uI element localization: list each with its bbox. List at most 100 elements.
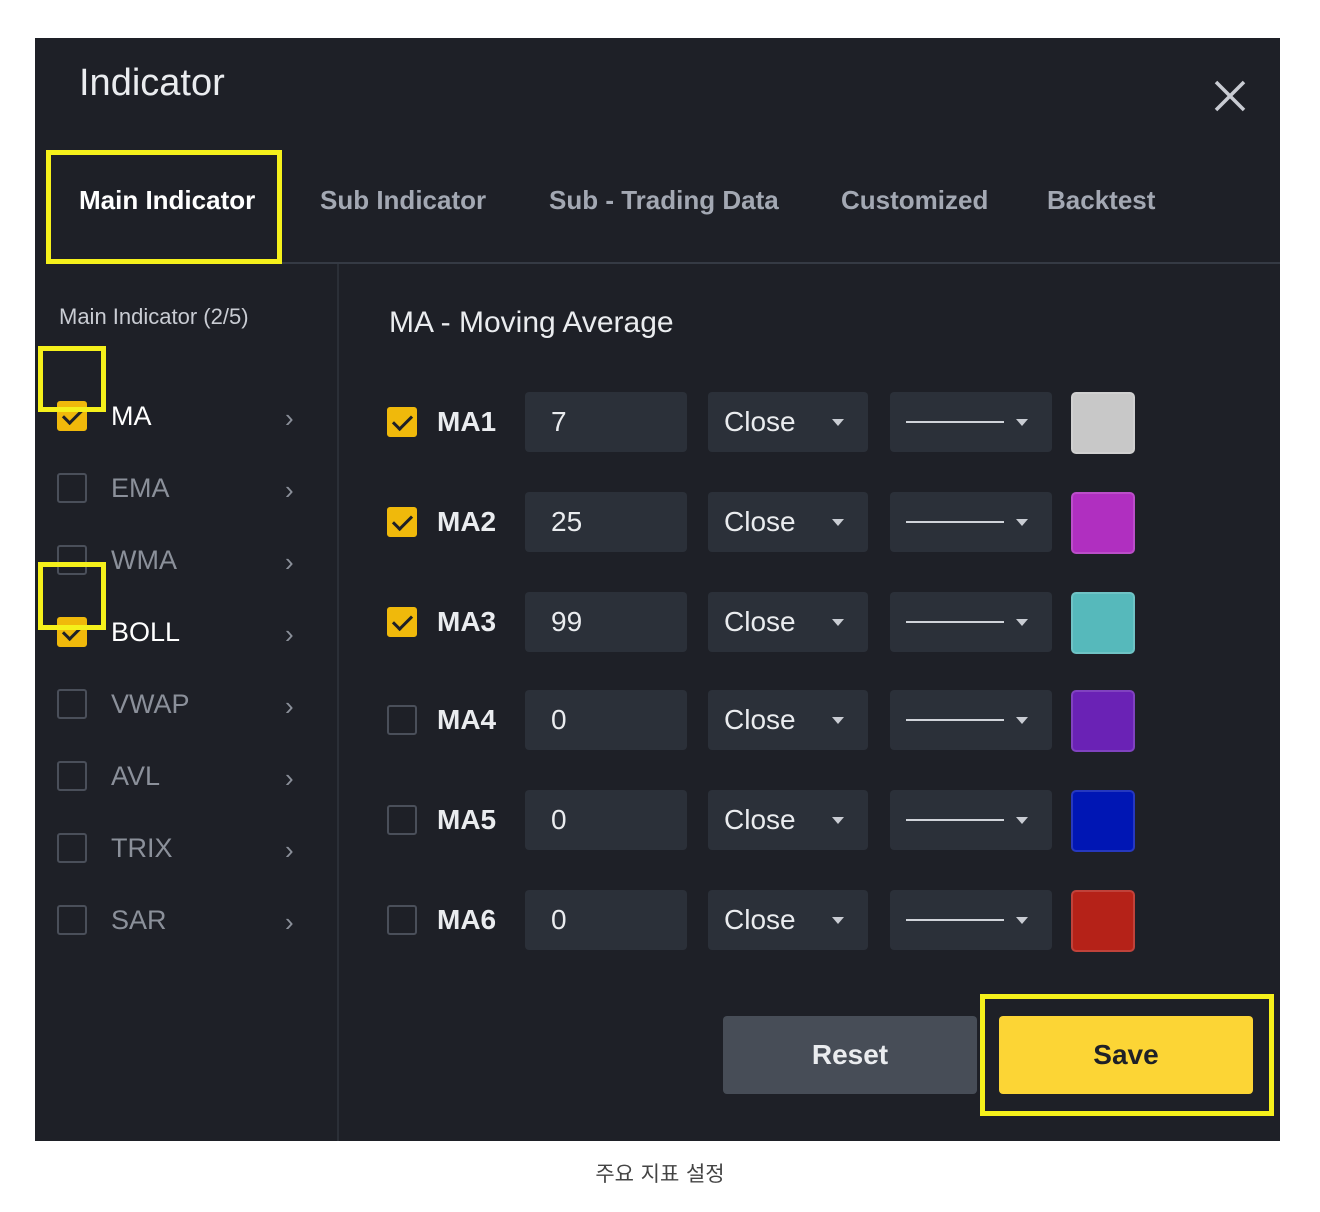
color-swatch[interactable]	[1071, 890, 1135, 952]
source-select[interactable]: Close	[708, 592, 868, 652]
ma-row-label: MA3	[437, 606, 497, 637]
tab-sub-trading-data[interactable]: Sub - Trading Data	[549, 148, 779, 262]
period-input[interactable]: 0	[525, 890, 687, 950]
avl-checkbox[interactable]	[57, 761, 87, 791]
ma2-checkbox[interactable]	[387, 507, 417, 537]
period-input[interactable]: 25	[525, 492, 687, 552]
caret-down-icon	[1016, 519, 1028, 526]
ma-row: MA2 25 Close	[387, 492, 1147, 554]
image-caption: 주요 지표 설정	[595, 1162, 725, 1186]
ma-row-label: MA6	[437, 904, 497, 935]
source-select[interactable]: Close	[708, 890, 868, 950]
ma4-checkbox[interactable]	[387, 705, 417, 735]
period-input[interactable]: 99	[525, 592, 687, 652]
period-value: 99	[551, 606, 583, 637]
caret-down-icon	[832, 519, 844, 526]
chevron-right-icon: ›	[285, 619, 294, 649]
caret-down-icon	[1016, 419, 1028, 426]
caret-down-icon	[1016, 619, 1028, 626]
line-style-select[interactable]	[890, 790, 1052, 850]
sidebar-item-label: BOLL	[111, 617, 181, 647]
ma3-checkbox[interactable]	[387, 607, 417, 637]
sidebar-item-label: VWAP	[111, 689, 190, 719]
line-style-icon	[906, 819, 1004, 821]
line-style-select[interactable]	[890, 592, 1052, 652]
ma5-checkbox[interactable]	[387, 805, 417, 835]
line-style-select[interactable]	[890, 890, 1052, 950]
ma1-checkbox[interactable]	[387, 407, 417, 437]
line-style-icon	[906, 919, 1004, 921]
panel-title: MA - Moving Average	[389, 306, 674, 339]
sidebar-item-wma[interactable]: WMA ›	[55, 534, 315, 586]
sidebar-divider	[337, 264, 339, 1141]
source-select[interactable]: Close	[708, 690, 868, 750]
chevron-right-icon: ›	[285, 835, 294, 865]
sidebar-item-trix[interactable]: TRIX ›	[55, 822, 315, 874]
ma-row-label: MA4	[437, 704, 497, 735]
color-swatch[interactable]	[1071, 492, 1135, 554]
close-button[interactable]	[1208, 74, 1252, 118]
tab-bar: Main Indicator Sub Indicator Sub - Tradi…	[35, 148, 1280, 262]
sidebar-item-ma[interactable]: MA ›	[55, 390, 315, 442]
chevron-right-icon: ›	[285, 475, 294, 505]
source-select[interactable]: Close	[708, 392, 868, 452]
line-style-select[interactable]	[890, 492, 1052, 552]
caret-down-icon	[832, 419, 844, 426]
sidebar-item-avl[interactable]: AVL ›	[55, 750, 315, 802]
line-style-icon	[906, 719, 1004, 721]
sidebar-item-label: SAR	[111, 905, 167, 935]
tab-main-indicator[interactable]: Main Indicator	[79, 148, 255, 262]
indicator-sidebar: Main Indicator (2/5) MA › EMA › WMA › BO…	[35, 264, 337, 1141]
tab-backtest[interactable]: Backtest	[1047, 148, 1155, 262]
sidebar-item-ema[interactable]: EMA ›	[55, 462, 315, 514]
ma-row: MA5 0 Close	[387, 790, 1147, 852]
caret-down-icon	[1016, 917, 1028, 924]
save-button[interactable]: Save	[999, 1016, 1253, 1094]
sidebar-item-label: TRIX	[111, 833, 173, 863]
sidebar-item-label: AVL	[111, 761, 161, 791]
trix-checkbox[interactable]	[57, 833, 87, 863]
ma6-checkbox[interactable]	[387, 905, 417, 935]
ma-row-label: MA2	[437, 506, 497, 537]
color-swatch[interactable]	[1071, 392, 1135, 454]
sar-checkbox[interactable]	[57, 905, 87, 935]
line-style-select[interactable]	[890, 392, 1052, 452]
source-value: Close	[724, 804, 796, 835]
color-swatch[interactable]	[1071, 790, 1135, 852]
source-value: Close	[724, 606, 796, 637]
ma-checkbox[interactable]	[57, 401, 87, 431]
tab-customized[interactable]: Customized	[841, 148, 988, 262]
period-input[interactable]: 0	[525, 790, 687, 850]
line-style-select[interactable]	[890, 690, 1052, 750]
dialog-title: Indicator	[79, 62, 225, 104]
wma-checkbox[interactable]	[57, 545, 87, 575]
sidebar-item-boll[interactable]: BOLL ›	[55, 606, 315, 658]
chevron-right-icon: ›	[285, 403, 294, 433]
reset-button[interactable]: Reset	[723, 1016, 977, 1094]
ma-row-label: MA5	[437, 804, 497, 835]
source-value: Close	[724, 506, 796, 537]
chevron-right-icon: ›	[285, 547, 294, 577]
sidebar-item-vwap[interactable]: VWAP ›	[55, 678, 315, 730]
period-input[interactable]: 7	[525, 392, 687, 452]
source-select[interactable]: Close	[708, 492, 868, 552]
period-input[interactable]: 0	[525, 690, 687, 750]
ema-checkbox[interactable]	[57, 473, 87, 503]
source-value: Close	[724, 904, 796, 935]
source-value: Close	[724, 704, 796, 735]
source-select[interactable]: Close	[708, 790, 868, 850]
caret-down-icon	[832, 717, 844, 724]
caret-down-icon	[832, 917, 844, 924]
color-swatch[interactable]	[1071, 592, 1135, 654]
color-swatch[interactable]	[1071, 690, 1135, 752]
chevron-right-icon: ›	[285, 907, 294, 937]
sidebar-item-sar[interactable]: SAR ›	[55, 894, 315, 946]
vwap-checkbox[interactable]	[57, 689, 87, 719]
period-value: 0	[551, 904, 567, 935]
sidebar-item-label: WMA	[111, 545, 177, 575]
boll-checkbox[interactable]	[57, 617, 87, 647]
ma-row: MA6 0 Close	[387, 890, 1147, 952]
tab-sub-indicator[interactable]: Sub Indicator	[320, 148, 486, 262]
sidebar-item-label: MA	[111, 401, 152, 431]
caret-down-icon	[832, 817, 844, 824]
